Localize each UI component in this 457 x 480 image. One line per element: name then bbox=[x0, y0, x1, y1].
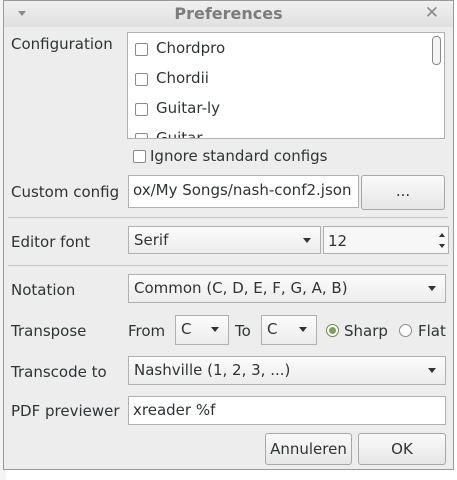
notation-value: Common (C, D, E, F, G, A, B) bbox=[134, 279, 348, 297]
sharp-label: Sharp bbox=[344, 322, 388, 340]
flat-radio[interactable] bbox=[399, 324, 412, 337]
transpose-label: Transpose bbox=[11, 322, 87, 340]
checkbox-icon[interactable] bbox=[135, 43, 148, 56]
config-item-label: Guitar-ly bbox=[156, 99, 221, 117]
config-item-label: Guitar bbox=[156, 129, 203, 139]
transcode-value: Nashville (1, 2, 3, ...) bbox=[134, 361, 291, 379]
ignore-standard-configs-checkbox[interactable] bbox=[133, 150, 146, 163]
config-item-chordpro[interactable]: Chordpro bbox=[128, 33, 428, 63]
pdf-previewer-value: xreader %f bbox=[133, 401, 216, 419]
editor-font-family-select[interactable]: Serif bbox=[128, 226, 321, 254]
title-bar: Preferences ✕ bbox=[4, 1, 453, 27]
notation-label: Notation bbox=[11, 281, 76, 299]
config-item-guitar-ly[interactable]: Guitar-ly bbox=[128, 93, 428, 123]
custom-config-label: Custom config bbox=[11, 183, 120, 201]
config-item-guitar[interactable]: Guitar bbox=[128, 123, 428, 139]
transpose-to-value: C bbox=[267, 320, 278, 338]
spin-down-icon[interactable] bbox=[439, 244, 445, 248]
ignore-standard-configs-label: Ignore standard configs bbox=[150, 147, 328, 165]
font-family-value: Serif bbox=[134, 231, 169, 249]
checkbox-icon[interactable] bbox=[135, 73, 148, 86]
separator bbox=[8, 217, 448, 218]
checkbox-icon[interactable] bbox=[135, 103, 148, 116]
config-item-label: Chordii bbox=[156, 69, 209, 87]
preferences-dialog: Preferences ✕ Configuration Chordpro Cho… bbox=[3, 0, 454, 470]
pdf-previewer-input[interactable]: xreader %f bbox=[128, 396, 446, 425]
sharp-radio[interactable] bbox=[326, 324, 339, 337]
notation-select[interactable]: Common (C, D, E, F, G, A, B) bbox=[128, 274, 446, 303]
custom-config-value: ox/My Songs/nash-conf2.json bbox=[133, 181, 352, 199]
transpose-from-label: From bbox=[128, 322, 166, 340]
pdf-previewer-label: PDF previewer bbox=[11, 402, 120, 420]
separator bbox=[8, 265, 448, 266]
flat-label: Flat bbox=[418, 322, 446, 340]
chevron-down-icon bbox=[299, 327, 307, 332]
font-size-spinner[interactable]: 12 bbox=[323, 226, 449, 254]
list-scrollbar[interactable] bbox=[432, 36, 441, 65]
transcode-label: Transcode to bbox=[11, 363, 107, 381]
transpose-to-select[interactable]: C bbox=[261, 315, 317, 345]
transpose-from-select[interactable]: C bbox=[175, 315, 229, 345]
dialog-title: Preferences bbox=[174, 4, 283, 23]
transcode-select[interactable]: Nashville (1, 2, 3, ...) bbox=[128, 356, 446, 385]
chevron-down-icon bbox=[211, 327, 219, 332]
chevron-down-icon bbox=[428, 368, 436, 373]
font-size-value: 12 bbox=[328, 232, 348, 250]
ok-button[interactable]: OK bbox=[358, 433, 446, 465]
chevron-down-icon bbox=[428, 286, 436, 291]
chevron-down-icon bbox=[303, 238, 311, 243]
configuration-label: Configuration bbox=[11, 35, 113, 53]
editor-font-label: Editor font bbox=[11, 233, 91, 251]
transpose-from-value: C bbox=[181, 320, 192, 338]
browse-config-button[interactable]: ... bbox=[361, 175, 445, 210]
config-item-label: Chordpro bbox=[156, 39, 226, 57]
close-icon[interactable]: ✕ bbox=[425, 4, 439, 22]
cancel-button[interactable]: Annuleren bbox=[265, 433, 352, 465]
transpose-to-label: To bbox=[235, 322, 251, 340]
configuration-list[interactable]: Chordpro Chordii Guitar-ly Guitar bbox=[127, 32, 445, 139]
checkbox-icon[interactable] bbox=[135, 133, 148, 138]
custom-config-input[interactable]: ox/My Songs/nash-conf2.json bbox=[128, 175, 359, 208]
config-item-chordii[interactable]: Chordii bbox=[128, 63, 428, 93]
spin-up-icon[interactable] bbox=[439, 233, 445, 237]
